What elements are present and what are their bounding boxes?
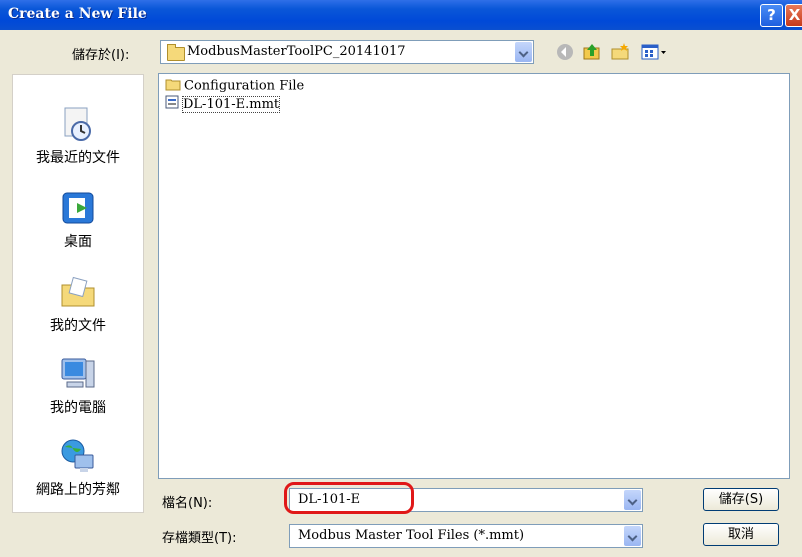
my-documents-icon <box>61 276 95 307</box>
place-label: 桌面 <box>64 234 92 250</box>
my-computer-icon <box>61 358 95 388</box>
help-button[interactable]: ? <box>760 4 783 27</box>
save-in-label: 儲存於(I): <box>72 48 130 63</box>
save-dialog: Create a New File ? X 儲存於(I): ModbusMast… <box>0 0 802 557</box>
filename-label: 檔名(N): <box>162 496 213 511</box>
save-in-value: ModbusMasterToolPC_20141017 <box>187 44 406 59</box>
place-label: 我最近的文件 <box>36 150 120 166</box>
chevron-down-icon[interactable] <box>624 526 641 546</box>
filetype-value: Modbus Master Tool Files (*.mmt) <box>298 528 525 543</box>
place-network[interactable]: 網路上的芳鄰 <box>13 437 143 499</box>
list-item[interactable]: Configuration File <box>165 77 304 95</box>
filename-highlight <box>284 482 414 514</box>
place-label: 我的文件 <box>50 318 106 334</box>
chevron-down-icon[interactable] <box>624 490 641 510</box>
place-recent-documents[interactable]: 我最近的文件 <box>13 105 143 167</box>
place-label: 我的電腦 <box>50 400 106 416</box>
close-button[interactable]: X <box>785 4 802 27</box>
file-list[interactable]: Configuration File DL-101-E.mmt <box>158 73 790 479</box>
chevron-down-icon[interactable] <box>515 42 532 62</box>
folder-icon <box>165 77 181 95</box>
list-item[interactable]: DL-101-E.mmt <box>165 95 281 113</box>
view-menu-icon[interactable] <box>640 42 668 62</box>
filetype-dropdown[interactable]: Modbus Master Tool Files (*.mmt) <box>289 524 643 548</box>
desktop-icon <box>62 192 94 224</box>
places-bar: 我最近的文件 桌面 我的文件 我的電腦 網路上的芳鄰 <box>12 74 144 513</box>
place-desktop[interactable]: 桌面 <box>13 189 143 251</box>
network-places-icon <box>61 439 94 472</box>
file-name: Configuration File <box>184 78 305 94</box>
back-icon[interactable] <box>555 42 575 62</box>
title-bar[interactable]: Create a New File ? X <box>0 0 802 30</box>
filetype-label: 存檔類型(T): <box>162 531 237 546</box>
save-in-dropdown[interactable]: ModbusMasterToolPC_20141017 <box>160 40 534 64</box>
file-icon <box>165 95 179 113</box>
save-button[interactable]: 儲存(S) <box>703 488 779 511</box>
cancel-button[interactable]: 取消 <box>703 523 779 546</box>
file-name: DL-101-E.mmt <box>182 95 281 113</box>
place-my-documents[interactable]: 我的文件 <box>13 273 143 335</box>
window-title: Create a New File <box>8 6 147 22</box>
folder-icon <box>167 44 185 61</box>
up-folder-icon[interactable] <box>582 42 602 62</box>
new-folder-icon[interactable] <box>610 42 630 62</box>
place-label: 網路上的芳鄰 <box>36 482 120 498</box>
place-my-computer[interactable]: 我的電腦 <box>13 355 143 417</box>
recent-documents-icon <box>64 107 91 141</box>
